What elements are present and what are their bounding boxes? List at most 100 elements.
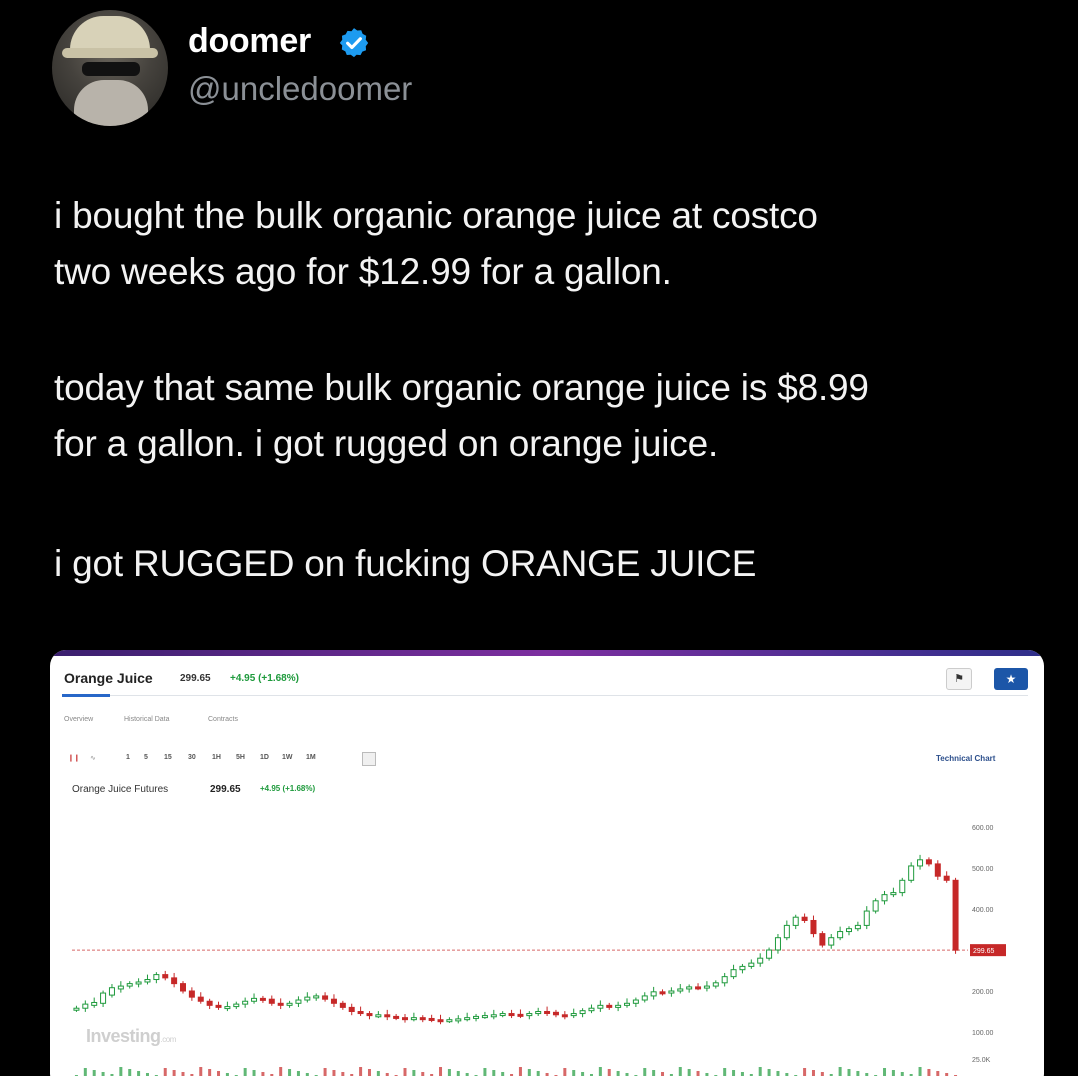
volume-bar bbox=[243, 1068, 247, 1076]
candle-body bbox=[908, 865, 915, 881]
volume-bar bbox=[288, 1069, 292, 1076]
volume-bar bbox=[376, 1071, 380, 1076]
candle-body bbox=[384, 1014, 391, 1018]
volume-bar bbox=[918, 1067, 922, 1076]
candle-body bbox=[277, 1002, 284, 1006]
candle-body bbox=[171, 977, 178, 985]
candle-body bbox=[899, 879, 906, 894]
candle-body bbox=[268, 998, 275, 1004]
volume-bar bbox=[661, 1072, 665, 1076]
candle-body bbox=[357, 1011, 364, 1015]
candle-body bbox=[846, 928, 852, 933]
candle-body bbox=[730, 969, 737, 978]
candle-body bbox=[517, 1013, 524, 1017]
candle-body bbox=[73, 1007, 80, 1011]
volume-bar bbox=[83, 1068, 87, 1076]
candle-body bbox=[677, 988, 684, 992]
volume-bar bbox=[581, 1072, 585, 1076]
volume-bar bbox=[341, 1072, 345, 1076]
candle-body bbox=[819, 933, 826, 946]
candle-body bbox=[739, 965, 746, 971]
candle-body bbox=[748, 962, 755, 967]
volume-bar bbox=[900, 1072, 904, 1076]
candle-body bbox=[597, 1004, 604, 1009]
volume-bar bbox=[217, 1071, 221, 1076]
candle-body bbox=[499, 1013, 506, 1017]
candle-body bbox=[224, 1006, 231, 1010]
volume-bar bbox=[359, 1067, 363, 1076]
volume-bar bbox=[652, 1070, 656, 1076]
candle-body bbox=[144, 979, 151, 983]
watermark-suffix: .com bbox=[160, 1035, 177, 1044]
candle-body bbox=[108, 987, 115, 996]
volume-bar bbox=[563, 1068, 567, 1076]
display-name[interactable]: doomer bbox=[188, 22, 311, 61]
candle-body bbox=[464, 1017, 471, 1021]
volume-bar bbox=[723, 1068, 727, 1076]
candle-body bbox=[295, 999, 302, 1004]
candle-body bbox=[419, 1017, 426, 1021]
candle-body bbox=[375, 1014, 382, 1018]
candle-body bbox=[393, 1015, 400, 1019]
volume-bar bbox=[421, 1072, 425, 1076]
volume-bar bbox=[687, 1069, 691, 1076]
candle-body bbox=[330, 998, 337, 1004]
volume-bar bbox=[847, 1069, 851, 1076]
candle-body bbox=[188, 990, 195, 998]
candle-body bbox=[650, 991, 657, 997]
avatar-beard bbox=[74, 80, 148, 126]
candle-body bbox=[668, 990, 675, 994]
volume-bar bbox=[883, 1068, 887, 1076]
handle[interactable]: @uncledoomer bbox=[188, 70, 412, 108]
candle-body bbox=[117, 985, 124, 990]
candle-body bbox=[526, 1013, 533, 1017]
candle-body bbox=[925, 859, 932, 865]
candle-body bbox=[934, 863, 941, 877]
candle-body bbox=[304, 996, 311, 1001]
volume-bar bbox=[776, 1071, 780, 1076]
volume-bar bbox=[572, 1070, 576, 1076]
volume-bar bbox=[332, 1070, 336, 1076]
verified-badge-icon bbox=[339, 28, 369, 58]
volume-bar bbox=[607, 1069, 611, 1076]
y-axis-tick-label: 500.00 bbox=[972, 866, 994, 873]
candle-body bbox=[632, 999, 639, 1004]
volume-bar bbox=[101, 1072, 105, 1076]
tweet-text-line: today that same bulk organic orange juic… bbox=[54, 367, 869, 408]
candle-body bbox=[703, 985, 710, 989]
candle-body bbox=[91, 1001, 98, 1006]
chart-screenshot-card[interactable]: Orange Juice 299.65 +4.95 (+1.68%) ⚑ ★ O… bbox=[50, 650, 1044, 1076]
candle-body bbox=[792, 916, 799, 926]
volume-bar bbox=[261, 1072, 265, 1076]
candle-body bbox=[952, 879, 959, 951]
volume-bar bbox=[323, 1068, 327, 1076]
avatar[interactable] bbox=[52, 10, 168, 126]
candle-body bbox=[153, 974, 160, 981]
candle-body bbox=[881, 894, 888, 902]
volume-bar bbox=[252, 1070, 256, 1076]
volume-bar bbox=[811, 1070, 815, 1076]
watermark-text: Investing bbox=[86, 1026, 161, 1046]
volume-bar bbox=[208, 1069, 212, 1076]
volume-bar bbox=[163, 1068, 167, 1076]
volume-bar bbox=[696, 1071, 700, 1076]
candle-body bbox=[455, 1018, 462, 1022]
volume-bar bbox=[758, 1067, 762, 1076]
candle-body bbox=[561, 1014, 568, 1018]
candlestick-chart[interactable]: 600.00 500.00 400.00 200.00 100.00 25.0K 299.6… bbox=[50, 650, 1044, 1076]
volume-bar bbox=[643, 1068, 647, 1076]
volume-bar bbox=[412, 1070, 416, 1076]
volume-bar bbox=[732, 1070, 736, 1076]
avatar-cap-brim bbox=[62, 48, 158, 58]
candle-body bbox=[606, 1004, 613, 1008]
volume-bar bbox=[279, 1067, 283, 1076]
candle-body bbox=[872, 900, 879, 912]
y-axis-tick-label: 600.00 bbox=[972, 825, 994, 832]
candle-body bbox=[783, 924, 790, 939]
candle-body bbox=[508, 1013, 515, 1017]
investing-watermark: Investing.com bbox=[86, 1026, 176, 1047]
volume-bar bbox=[767, 1069, 771, 1076]
candle-body bbox=[854, 924, 861, 930]
volume-bar bbox=[927, 1069, 931, 1076]
volume-bar bbox=[891, 1070, 895, 1076]
